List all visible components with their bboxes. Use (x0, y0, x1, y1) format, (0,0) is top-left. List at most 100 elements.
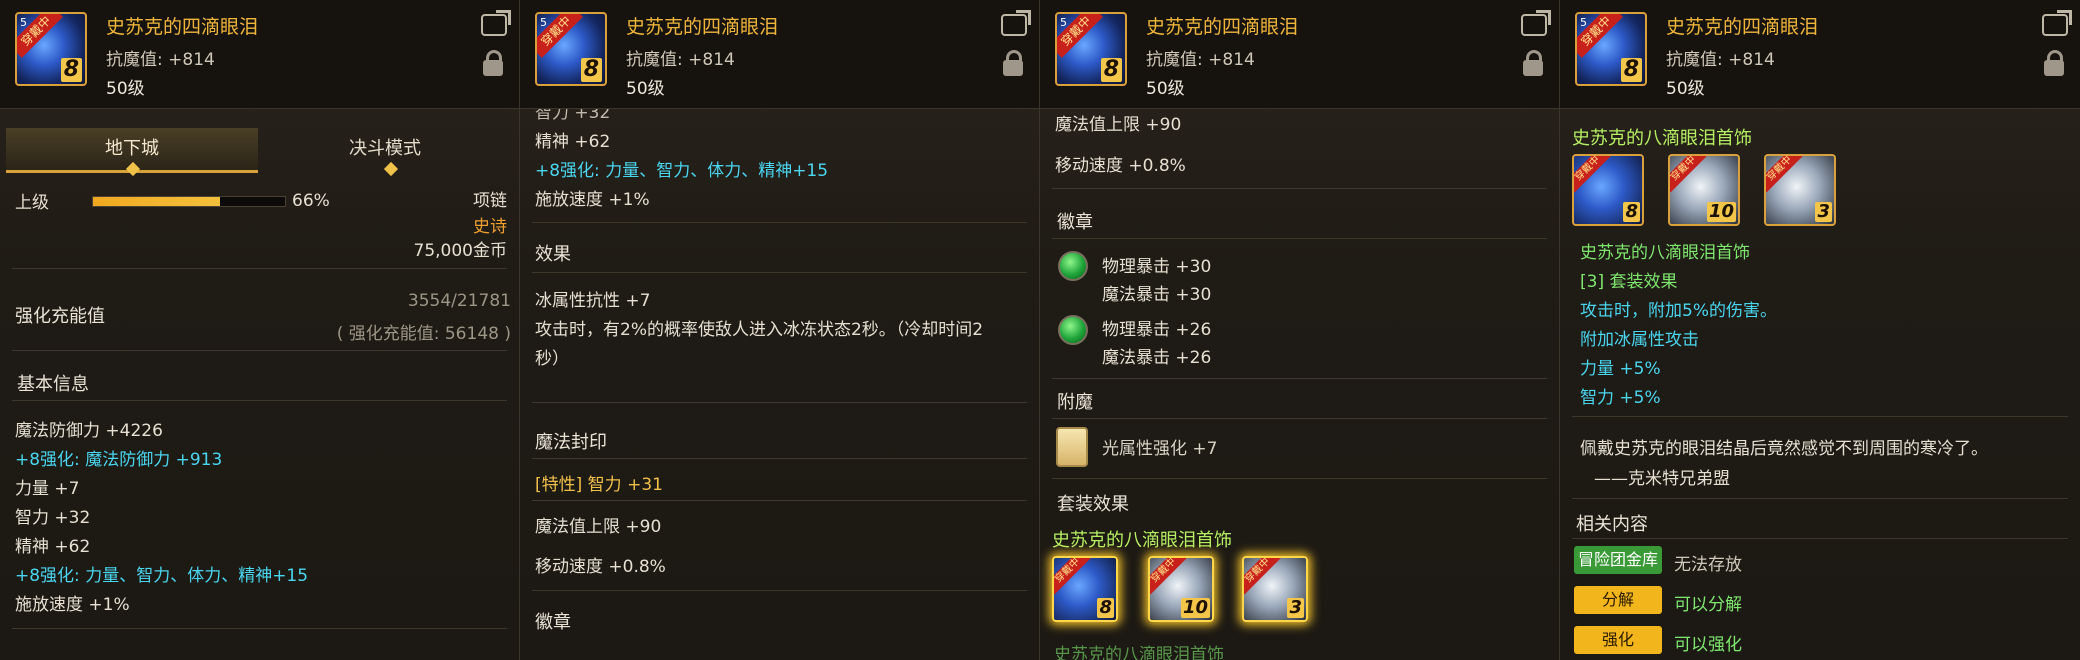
divider (1052, 378, 1547, 379)
enchant-card-icon (1056, 427, 1088, 467)
item-header: 5 穿戴中 8 史苏克的四滴眼泪 抗魔值: +814 50级 (1560, 0, 2080, 109)
divider (532, 402, 1027, 403)
set-effect: 力量 +5% (1580, 359, 1661, 379)
divider (532, 458, 1027, 459)
set-effect: 附加冰属性攻击 (1580, 330, 1699, 350)
equipped-tag: 穿戴中 (1150, 558, 1188, 595)
charge-sub: ( 强化充能值: 56148 ) (336, 324, 511, 344)
set-item-level: 10 (1180, 597, 1210, 618)
divider (532, 222, 1027, 223)
enhance-badge: 强化 (1574, 626, 1662, 654)
set-count: [3] 套装效果 (1580, 272, 1678, 292)
seal-line: 移动速度 +0.8% (535, 557, 666, 577)
divider (12, 268, 507, 269)
set-item-level: 10 (1706, 201, 1736, 222)
item-name: 史苏克的四滴眼泪 (1666, 16, 1819, 38)
set-item-icon[interactable]: 穿戴中 8 (1572, 154, 1644, 226)
grade-progress (92, 196, 286, 207)
share-icon[interactable] (2042, 14, 2068, 36)
charge-label: 强化充能值 (15, 306, 105, 327)
set-name: 史苏克的八滴眼泪首饰 (1052, 530, 1232, 551)
emblem-icon (1058, 251, 1088, 281)
tooltip-panel-1: 5 穿戴中 8 史苏克的四滴眼泪 抗魔值: +814 50级 地下城 决斗模式 … (0, 0, 520, 660)
stat-line: 施放速度 +1% (15, 595, 130, 615)
share-icon[interactable] (1001, 14, 1027, 36)
stat-line: 施放速度 +1% (535, 190, 650, 210)
item-level: 50级 (1666, 79, 1705, 99)
emblem-line: 魔法暴击 +30 (1102, 285, 1212, 305)
related-title: 相关内容 (1576, 514, 1648, 535)
item-name: 史苏克的四滴眼泪 (1146, 16, 1299, 38)
effect-line: 冰属性抗性 +7 (535, 291, 651, 311)
share-icon[interactable] (1521, 14, 1547, 36)
item-icon: 5 穿戴中 8 (1055, 12, 1127, 86)
progress-fill (93, 197, 220, 206)
lock-icon[interactable] (1003, 50, 1023, 76)
set-item-icon[interactable]: 穿戴中 8 (1052, 556, 1118, 622)
set-item-level: 8 (1097, 597, 1114, 618)
item-icon: 5 穿戴中 8 (535, 12, 607, 86)
effect-line: 秒） (535, 349, 569, 369)
lock-icon[interactable] (483, 50, 503, 76)
seal-title: 魔法封印 (535, 432, 607, 453)
lock-icon[interactable] (1523, 50, 1543, 76)
icon-level: 8 (1100, 58, 1122, 82)
stat-line: 精神 +62 (15, 537, 91, 557)
seal-line: 移动速度 +0.8% (1055, 156, 1186, 176)
item-header: 5 穿戴中 8 史苏克的四滴眼泪 抗魔值: +814 50级 (1040, 0, 1559, 109)
set-item-icon[interactable]: 穿戴中 10 (1148, 556, 1214, 622)
disassemble-status: 可以分解 (1674, 595, 1742, 615)
equipped-tag: 穿戴中 (1670, 156, 1708, 193)
tooltip-panel-3: 魔法值上限 +90 移动速度 +0.8% 徽章 物理暴击 +30 魔法暴击 +3… (1040, 0, 1560, 660)
item-header: 5 穿戴中 8 史苏克的四滴眼泪 抗魔值: +814 50级 (520, 0, 1039, 109)
stat-line: 力量 +7 (15, 479, 80, 499)
set-item-icon[interactable]: 穿戴中 3 (1764, 154, 1836, 226)
account-storage-status: 无法存放 (1674, 555, 1742, 575)
divider (1572, 498, 2068, 499)
emblem-icon (1058, 315, 1088, 345)
price-label: 75,000金币 (413, 241, 507, 261)
divider (12, 400, 507, 401)
item-stat: 抗魔值: +814 (1666, 50, 1775, 70)
set-title: 套装效果 (1057, 494, 1129, 515)
divider (532, 272, 1027, 273)
equipped-tag: 穿戴中 (1054, 558, 1092, 595)
mode-tabs: 地下城 决斗模式 (6, 128, 511, 177)
basic-info-title: 基本信息 (17, 374, 89, 395)
effect-line: 攻击时，有2%的概率使敌人进入冰冻状态2秒。（冷却时间2 (535, 320, 984, 340)
item-level: 50级 (1146, 79, 1185, 99)
item-icon: 5 穿戴中 8 (1575, 12, 1647, 86)
item-name: 史苏克的四滴眼泪 (106, 16, 259, 38)
account-storage-badge: 冒险团金库 (1574, 546, 1662, 574)
emblem-line: 魔法暴击 +26 (1102, 348, 1212, 368)
disassemble-badge: 分解 (1574, 586, 1662, 614)
stat-line: +8强化: 魔法防御力 +913 (15, 450, 223, 470)
item-stat: 抗魔值: +814 (1146, 50, 1255, 70)
enchant-title: 附魔 (1057, 392, 1093, 413)
enhance-status: 可以强化 (1674, 635, 1742, 655)
set-item-level: 8 (1623, 201, 1640, 222)
set-effect: 智力 +5% (1580, 388, 1661, 408)
set-item-icon[interactable]: 穿戴中 10 (1668, 154, 1740, 226)
equipped-tag: 穿戴中 (1766, 156, 1804, 193)
flavor-text: 佩戴史苏克的眼泪结晶后竟然感觉不到周围的寒冷了。 (1580, 439, 1988, 459)
share-icon[interactable] (481, 14, 507, 36)
effect-title: 效果 (535, 244, 571, 265)
icon-level: 8 (60, 58, 82, 82)
item-stat: 抗魔值: +814 (626, 50, 735, 70)
divider (12, 628, 507, 629)
seal-line: 魔法值上限 +90 (1055, 115, 1182, 135)
lock-icon[interactable] (2044, 50, 2064, 76)
enchant-line: 光属性强化 +7 (1102, 439, 1218, 459)
set-item-level: 3 (1287, 597, 1304, 618)
set-item-icon[interactable]: 穿戴中 3 (1242, 556, 1308, 622)
stat-line: +8强化: 力量、智力、体力、精神+15 (15, 566, 309, 586)
tooltip-panel-4: 5 穿戴中 8 史苏克的四滴眼泪 抗魔值: +814 50级 史苏克的八滴眼泪首… (1560, 0, 2080, 660)
item-name: 史苏克的四滴眼泪 (626, 16, 779, 38)
item-level: 50级 (626, 79, 665, 99)
set-item-level: 3 (1815, 201, 1832, 222)
tab-duel[interactable]: 决斗模式 (259, 128, 511, 170)
divider (1052, 238, 1547, 239)
tooltip-panel-2: 智力 +32 精神 +62 +8强化: 力量、智力、体力、精神+15 施放速度 … (520, 0, 1040, 660)
slot-label: 项链 (473, 191, 507, 211)
